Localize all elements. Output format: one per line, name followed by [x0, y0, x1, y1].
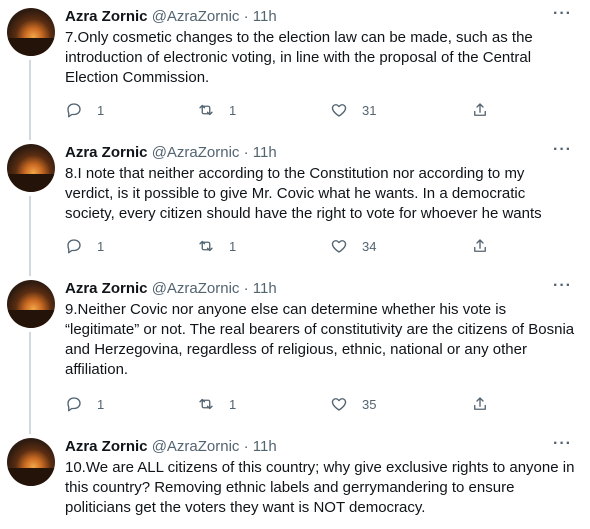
- reply-button[interactable]: 1: [65, 395, 104, 413]
- timestamp[interactable]: 11h: [253, 8, 277, 25]
- timestamp[interactable]: 11h: [253, 438, 277, 455]
- avatar-column: [7, 280, 55, 437]
- reply-count: 1: [97, 396, 105, 412]
- tweet[interactable]: Azra Zornic @AzraZornic · 11h ··· 8.I no…: [0, 136, 590, 276]
- author-name[interactable]: Azra Zornic: [65, 8, 148, 25]
- like-button[interactable]: 34: [330, 237, 376, 255]
- separator-dot: ·: [243, 8, 249, 25]
- tweet[interactable]: Azra Zornic @AzraZornic · 11h ··· 10.We …: [0, 430, 590, 529]
- more-icon[interactable]: ···: [553, 278, 572, 294]
- author-handle[interactable]: @AzraZornic: [152, 280, 240, 297]
- avatar[interactable]: [7, 144, 55, 192]
- timestamp[interactable]: 11h: [253, 280, 277, 297]
- share-button[interactable]: [471, 101, 489, 119]
- share-icon: [474, 239, 486, 252]
- reply-button[interactable]: 1: [65, 101, 104, 119]
- reply-count: 1: [97, 102, 105, 118]
- retweet-count: 1: [229, 238, 237, 254]
- tweet-actions: 1 1 35: [65, 395, 495, 415]
- share-icon: [474, 103, 486, 116]
- tweet-header: Azra Zornic @AzraZornic · 11h: [65, 437, 277, 457]
- reply-count: 1: [97, 238, 105, 254]
- like-count: 34: [362, 238, 377, 254]
- tweet-text: 8.I note that neither according to the C…: [65, 165, 542, 222]
- retweet-icon: [199, 398, 213, 410]
- retweet-button[interactable]: 1: [197, 395, 236, 413]
- like-count: 35: [362, 396, 377, 412]
- tweet-header: Azra Zornic @AzraZornic · 11h: [65, 143, 277, 163]
- reply-button[interactable]: 1: [65, 237, 104, 255]
- heart-icon: [331, 240, 347, 253]
- reply-icon: [67, 239, 81, 254]
- tweet-text: 7.Only cosmetic changes to the election …: [65, 29, 533, 86]
- more-icon[interactable]: ···: [553, 436, 572, 452]
- author-handle[interactable]: @AzraZornic: [152, 438, 240, 455]
- author-name[interactable]: Azra Zornic: [65, 280, 148, 297]
- author-name[interactable]: Azra Zornic: [65, 144, 148, 161]
- tweet-header: Azra Zornic @AzraZornic · 11h: [65, 279, 277, 299]
- like-button[interactable]: 31: [330, 101, 376, 119]
- retweet-icon: [199, 240, 213, 252]
- more-icon[interactable]: ···: [553, 6, 572, 22]
- thread-line: [29, 196, 31, 276]
- retweet-button[interactable]: 1: [197, 237, 236, 255]
- tweet-header: Azra Zornic @AzraZornic · 11h: [65, 7, 277, 27]
- like-button[interactable]: 35: [330, 395, 376, 413]
- author-name[interactable]: Azra Zornic: [65, 438, 148, 455]
- tweet-text: 10.We are ALL citizens of this country; …: [65, 459, 575, 516]
- share-icon: [474, 397, 486, 410]
- share-button[interactable]: [471, 237, 489, 255]
- reply-icon: [67, 103, 81, 118]
- author-handle[interactable]: @AzraZornic: [152, 8, 240, 25]
- timeline: Azra Zornic @AzraZornic · 11h ··· 7.Only…: [0, 0, 590, 529]
- retweet-button[interactable]: 1: [197, 101, 236, 119]
- tweet-actions: 1 1 34: [65, 237, 495, 257]
- tweet-text: 9.Neither Covic nor anyone else can dete…: [65, 301, 575, 378]
- timestamp[interactable]: 11h: [253, 144, 277, 161]
- tweet-actions: 1 1 31: [65, 101, 495, 121]
- tweet[interactable]: Azra Zornic @AzraZornic · 11h ··· 9.Neit…: [0, 272, 590, 434]
- thread-line: [29, 60, 31, 140]
- separator-dot: ·: [243, 144, 249, 161]
- author-handle[interactable]: @AzraZornic: [152, 144, 240, 161]
- avatar[interactable]: [7, 280, 55, 328]
- heart-icon: [331, 104, 347, 117]
- separator-dot: ·: [243, 280, 249, 297]
- avatar[interactable]: [7, 438, 55, 486]
- thread-line: [29, 332, 31, 434]
- like-count: 31: [362, 102, 377, 118]
- avatar[interactable]: [7, 8, 55, 56]
- share-button[interactable]: [471, 395, 489, 413]
- retweet-count: 1: [229, 396, 237, 412]
- retweet-count: 1: [229, 102, 237, 118]
- avatar-column: [7, 438, 55, 529]
- retweet-icon: [199, 104, 213, 116]
- avatar-column: [7, 8, 55, 143]
- heart-icon: [331, 398, 347, 411]
- more-icon[interactable]: ···: [553, 142, 572, 158]
- separator-dot: ·: [243, 438, 249, 455]
- avatar-column: [7, 144, 55, 279]
- tweet[interactable]: Azra Zornic @AzraZornic · 11h ··· 7.Only…: [0, 0, 590, 140]
- reply-icon: [67, 397, 81, 412]
